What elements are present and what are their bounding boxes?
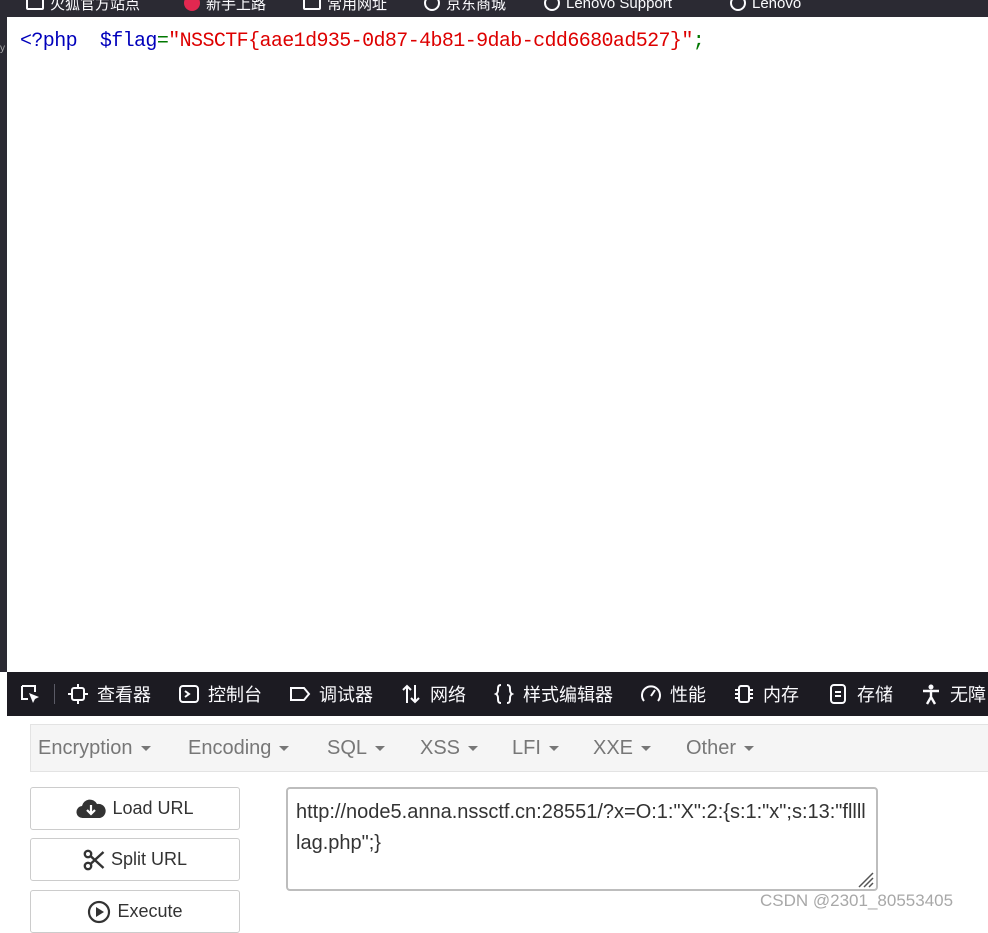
resize-grip-icon[interactable] [854,867,874,888]
url-textarea[interactable]: http://node5.anna.nssctf.cn:28551/?x=O:1… [286,787,878,891]
menu-label: XSS [420,736,461,759]
globe-icon [544,0,560,11]
menu-xss[interactable]: XSS [420,725,479,771]
tab-inspector[interactable]: 查看器 [67,672,151,716]
menu-xxe[interactable]: XXE [593,725,652,771]
hackbar-menu: Encryption Encoding SQL XSS LFI XXE Othe… [30,724,988,772]
menu-label: Encoding [188,736,272,759]
bookmark-item[interactable]: Lenovo Support [544,0,672,12]
menu-other[interactable]: Other [686,725,755,771]
scissors-icon [83,849,105,871]
devtools-toolbar: 查看器 控制台 调试器 网络 样式编辑器 性能 内存 存储 无障 [7,672,988,716]
bookmark-label: 新手上路 [206,0,267,13]
button-label: Execute [117,901,183,921]
caret-down-icon [375,745,386,751]
bookmark-item[interactable]: Lenovo [730,0,801,12]
caret-down-icon [548,745,559,751]
button-label: Load URL [112,798,194,818]
debugger-icon [289,683,311,705]
tab-network[interactable]: 网络 [400,672,466,716]
php-operator: = [156,30,169,53]
watermark: CSDN @2301_80553405 [760,891,954,910]
tab-console[interactable]: 控制台 [178,672,262,716]
button-label: Split URL [110,849,188,869]
window-left-edge: y [0,17,7,672]
menu-label: Encryption [38,736,133,759]
php-source-line: <?php $flag="NSSCTF{aae1d935-0d87-4b81-9… [20,30,705,53]
inspector-icon [67,683,89,705]
tab-label: 调试器 [319,685,373,705]
globe-icon [424,0,440,11]
globe-icon [730,0,746,11]
performance-icon [640,683,662,705]
bookmark-label: 京东商城 [446,0,507,13]
tab-debugger[interactable]: 调试器 [289,672,373,716]
url-text: http://node5.anna.nssctf.cn:28551/?x=O:1… [296,801,866,854]
tab-storage[interactable]: 存储 [827,672,893,716]
php-open-tag: <?php [20,30,78,53]
tab-label: 查看器 [97,685,151,705]
tab-label: 网络 [430,685,466,705]
bookmark-label: Lenovo [752,0,802,12]
menu-sql[interactable]: SQL [327,725,386,771]
bookmark-label: 火狐官方站点 [50,0,141,13]
tab-performance[interactable]: 性能 [640,672,706,716]
execute-button[interactable]: Execute [30,890,240,933]
menu-label: LFI [512,736,541,759]
php-terminator: ; [692,30,705,53]
menu-label: XXE [593,736,634,759]
memory-icon [733,683,755,705]
menu-encoding[interactable]: Encoding [188,725,290,771]
console-icon [178,683,200,705]
menu-label: SQL [327,736,368,759]
accessibility-icon [920,683,942,705]
tab-label: 控制台 [208,685,262,705]
tab-label: 内存 [763,685,799,705]
bookmark-item[interactable]: 火狐官方站点 [26,0,141,13]
tab-memory[interactable]: 内存 [733,672,799,716]
menu-label: Other [686,736,737,759]
load-url-button[interactable]: Load URL [30,787,240,830]
storage-icon [827,683,849,705]
php-variable: $flag [99,30,158,53]
tab-label: 存储 [857,685,893,705]
red-logo-icon [184,0,200,11]
bookmark-item[interactable]: 京东商城 [424,0,507,13]
element-picker-icon[interactable] [19,683,41,705]
tab-label: 样式编辑器 [523,685,613,705]
bookmark-label: Lenovo Support [566,0,672,12]
split-url-button[interactable]: Split URL [30,838,240,881]
tab-label: 无障 [950,685,986,705]
tab-accessibility[interactable]: 无障 [920,672,986,716]
bookmark-item[interactable]: 常用网址 [303,0,388,13]
tab-label: 性能 [670,685,706,705]
cloud-download-icon [76,798,107,820]
folder-icon [26,0,44,10]
caret-down-icon [468,745,479,751]
caret-down-icon [641,745,652,751]
menu-lfi[interactable]: LFI [512,725,559,771]
bookmark-label: 常用网址 [327,0,388,13]
bookmarks-toolbar: 火狐官方站点 新手上路 常用网址 京东商城 Lenovo Support Len… [0,0,988,17]
caret-down-icon [140,745,151,751]
bookmark-item[interactable]: 新手上路 [184,0,267,13]
toolbar-divider [54,684,55,704]
play-circle-icon [87,900,111,924]
caret-down-icon [279,745,290,751]
style-editor-icon [493,683,515,705]
caret-down-icon [744,745,755,751]
menu-encryption[interactable]: Encryption [38,725,151,771]
network-icon [400,683,422,705]
folder-icon [303,0,321,10]
php-string: "NSSCTF{aae1d935-0d87-4b81-9dab-cdd6680a… [168,30,693,53]
tab-style-editor[interactable]: 样式编辑器 [493,672,613,716]
